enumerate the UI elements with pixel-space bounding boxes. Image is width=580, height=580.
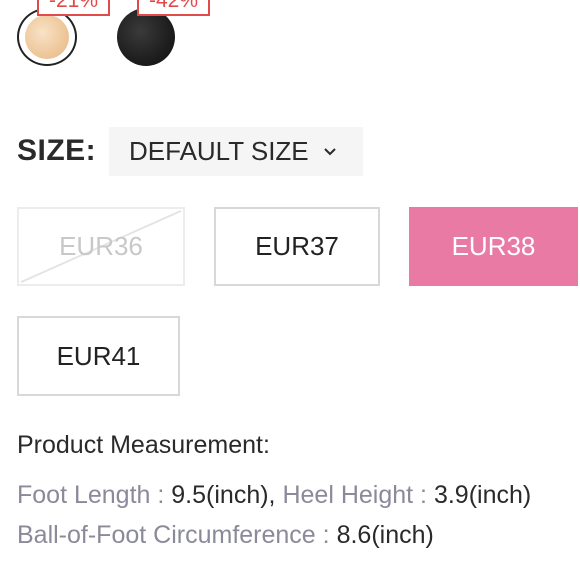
measurement-line-2: Ball-of-Foot Circumference : 8.6(inch) — [17, 521, 434, 550]
discount-badge: -42% — [137, 0, 211, 16]
size-option-eur41[interactable]: EUR41 — [17, 316, 180, 396]
foot-length-value: 9.5(inch), — [171, 481, 276, 509]
size-dropdown[interactable]: DEFAULT SIZE — [109, 127, 363, 176]
size-option-label: EUR41 — [56, 340, 141, 371]
black-color-chip — [117, 8, 175, 66]
heel-height-label: Heel Height : — [282, 481, 427, 509]
nude-color-chip — [25, 15, 69, 59]
color-swatch-nude[interactable] — [17, 8, 77, 66]
chevron-down-icon — [323, 147, 336, 155]
measurement-title: Product Measurement: — [17, 431, 270, 459]
foot-length-label: Foot Length : — [17, 481, 165, 509]
ball-of-foot-value: 8.6(inch) — [336, 521, 434, 549]
ball-of-foot-label: Ball-of-Foot Circumference : — [17, 521, 330, 549]
size-option-eur37[interactable]: EUR37 — [214, 207, 380, 286]
discount-badge: -21% — [37, 0, 111, 16]
size-option-label: EUR38 — [451, 231, 536, 261]
measurement-line-1: Foot Length : 9.5(inch), Heel Height : 3… — [17, 481, 531, 510]
size-option-eur38[interactable]: EUR38 — [409, 207, 578, 286]
size-label: SIZE: — [17, 134, 97, 167]
size-dropdown-value: DEFAULT SIZE — [129, 136, 309, 166]
size-option-label: EUR36 — [59, 231, 143, 261]
size-option-label: EUR37 — [255, 231, 339, 261]
size-option-eur36: EUR36 — [17, 207, 185, 286]
heel-height-value: 3.9(inch) — [433, 481, 532, 509]
color-swatch-black[interactable] — [115, 8, 177, 66]
